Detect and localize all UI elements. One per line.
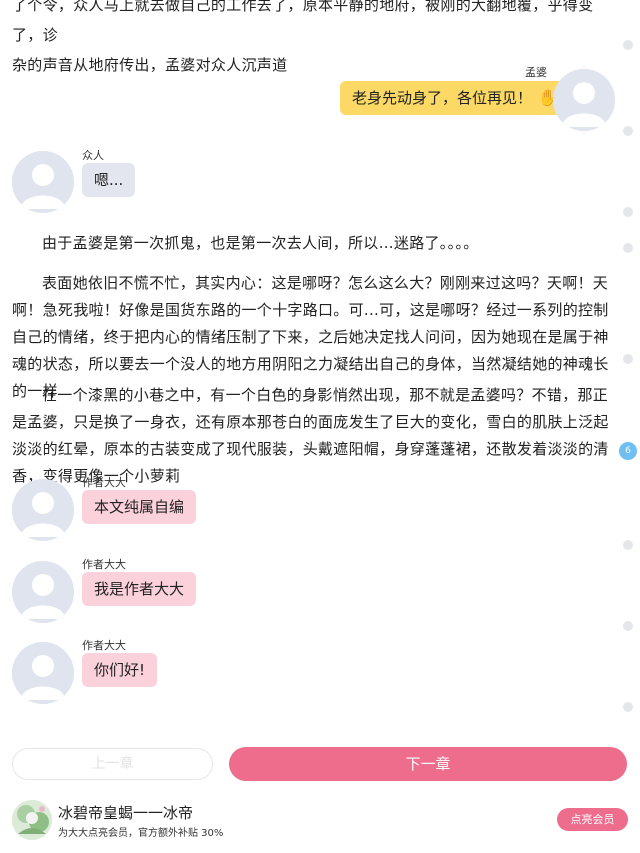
crowd-avatar[interactable] [12,151,74,213]
author-message-text-2: 我是作者大大 [94,580,185,598]
mengpo-speaker-name: 孟婆 [525,66,547,79]
default-avatar-icon [12,561,74,623]
author-message-bubble-1: 本文纯属自编 [82,490,197,524]
paragraph-comment-count-badge[interactable]: 6 [619,442,637,460]
crowd-speaker-name: 众人 [82,149,104,162]
mengpo-message-text: 老身先动身了，各位再见！ [352,89,533,107]
mengpo-message-bubble: 老身先动身了，各位再见！ ✋ [340,81,570,115]
author-speaker-name-3: 作者大大 [82,639,126,652]
paragraph-comment-dot[interactable] [623,621,633,631]
author-avatar-3[interactable] [12,642,74,704]
activate-member-button[interactable]: 点亮会员 [557,808,628,831]
next-chapter-button[interactable]: 下一章 [229,747,627,781]
paragraph-comment-dot[interactable] [623,702,633,712]
crowd-message-bubble: 嗯... [82,163,136,197]
paragraph-comment-dot[interactable] [623,540,633,550]
default-avatar-icon [12,479,74,541]
mengpo-avatar[interactable] [553,69,615,131]
author-avatar-1[interactable] [12,479,74,541]
crowd-message-text: 嗯... [94,171,124,189]
author-message-bubble-2: 我是作者大大 [82,572,197,606]
default-avatar-icon [12,642,74,704]
author-message-text-1: 本文纯属自编 [94,498,185,516]
prev-chapter-button[interactable]: 上一章 [12,748,213,780]
paragraph-comment-dot[interactable] [623,243,633,253]
author-name: 冰碧帝皇蝎一一冰帝 [58,804,194,822]
story-paragraph-1: 由于孟婆是第一次抓鬼，也是第一次去人间，所以…迷路了。。。。 [42,234,479,252]
author-profile-avatar[interactable] [12,800,52,840]
author-speaker-name-2: 作者大大 [82,558,126,571]
member-promo-text: 为大大点亮会员，官方额外补贴 30% [58,828,224,839]
author-speaker-name-1: 作者大大 [82,476,126,489]
author-profile-picture-icon [12,800,52,840]
paragraph-comment-dot[interactable] [623,354,633,364]
paragraph-comment-dot[interactable] [623,207,633,217]
author-message-text-3: 你们好! [94,661,146,679]
author-message-bubble-3: 你们好! [82,653,158,687]
default-avatar-icon [12,151,74,213]
author-avatar-2[interactable] [12,561,74,623]
default-avatar-icon [553,69,615,131]
paragraph-comment-dot[interactable] [623,40,633,50]
paragraph-comment-dot[interactable] [623,126,633,136]
story-top-line-1: 了个令，众人马上就去做自己的工作去了，原本平静的地府，被刚的大翻地覆，乎得变了，… [12,0,594,44]
